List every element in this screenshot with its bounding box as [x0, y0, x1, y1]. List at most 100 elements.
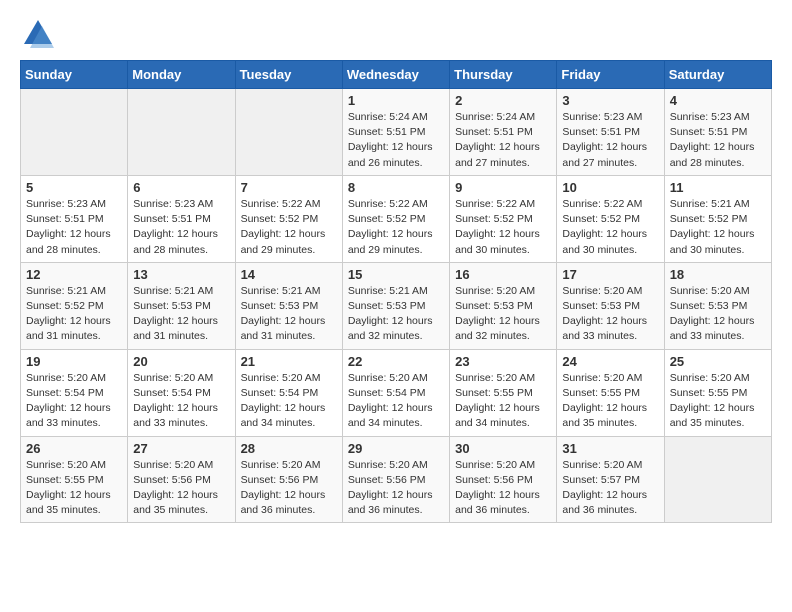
day-number: 26: [26, 441, 122, 456]
day-info: Sunrise: 5:22 AM Sunset: 5:52 PM Dayligh…: [241, 197, 337, 258]
day-info: Sunrise: 5:20 AM Sunset: 5:56 PM Dayligh…: [241, 458, 337, 519]
calendar-cell: [235, 89, 342, 176]
page-header: [20, 16, 772, 52]
calendar-cell: 26 Sunrise: 5:20 AM Sunset: 5:55 PM Dayli…: [21, 436, 128, 523]
day-info: Sunrise: 5:22 AM Sunset: 5:52 PM Dayligh…: [455, 197, 551, 258]
calendar-header: SundayMondayTuesdayWednesdayThursdayFrid…: [21, 61, 772, 89]
day-info: Sunrise: 5:22 AM Sunset: 5:52 PM Dayligh…: [562, 197, 658, 258]
calendar-cell: 13Sunrise: 5:21 AM Sunset: 5:53 PM Dayli…: [128, 262, 235, 349]
calendar-cell: 8Sunrise: 5:22 AM Sunset: 5:52 PM Daylig…: [342, 175, 449, 262]
day-number: 1: [348, 93, 444, 108]
header-day-sunday: Sunday: [21, 61, 128, 89]
day-info: Sunrise: 5:21 AM Sunset: 5:52 PM Dayligh…: [670, 197, 766, 258]
day-number: 7: [241, 180, 337, 195]
day-info: Sunrise: 5:23 AM Sunset: 5:51 PM Dayligh…: [26, 197, 122, 258]
calendar-cell: 24 Sunrise: 5:20 AM Sunset: 5:55 PM Dayli…: [557, 349, 664, 436]
day-number: 27: [133, 441, 229, 456]
header-day-wednesday: Wednesday: [342, 61, 449, 89]
header-day-thursday: Thursday: [450, 61, 557, 89]
day-info: Sunrise: 5:20 AM Sunset: 5:54 PM Dayligh…: [133, 371, 229, 432]
calendar-cell: [664, 436, 771, 523]
calendar-cell: 15 Sunrise: 5:21 AM Sunset: 5:53 PM Dayli…: [342, 262, 449, 349]
calendar-cell: [21, 89, 128, 176]
calendar-cell: 9 Sunrise: 5:22 AM Sunset: 5:52 PM Daylig…: [450, 175, 557, 262]
day-number: 10: [562, 180, 658, 195]
day-number: 9: [455, 180, 551, 195]
calendar-cell: 6 Sunrise: 5:23 AM Sunset: 5:51 PM Daylig…: [128, 175, 235, 262]
day-number: 5: [26, 180, 122, 195]
day-number: 30: [455, 441, 551, 456]
calendar-cell: 17 Sunrise: 5:20 AM Sunset: 5:53 PM Dayli…: [557, 262, 664, 349]
calendar-cell: 19 Sunrise: 5:20 AM Sunset: 5:54 PM Dayli…: [21, 349, 128, 436]
day-info: Sunrise: 5:20 AM Sunset: 5:54 PM Dayligh…: [26, 371, 122, 432]
day-info: Sunrise: 5:23 AM Sunset: 5:51 PM Dayligh…: [670, 110, 766, 171]
day-info: Sunrise: 5:23 AM Sunset: 5:51 PM Dayligh…: [562, 110, 658, 171]
calendar-cell: 18 Sunrise: 5:20 AM Sunset: 5:53 PM Dayli…: [664, 262, 771, 349]
calendar-cell: 3 Sunrise: 5:23 AM Sunset: 5:51 PM Daylig…: [557, 89, 664, 176]
header-day-saturday: Saturday: [664, 61, 771, 89]
day-info: Sunrise: 5:20 AM Sunset: 5:55 PM Dayligh…: [562, 371, 658, 432]
calendar-cell: 1 Sunrise: 5:24 AM Sunset: 5:51 PM Daylig…: [342, 89, 449, 176]
logo: [20, 16, 60, 52]
calendar-cell: [128, 89, 235, 176]
day-number: 4: [670, 93, 766, 108]
calendar-cell: 2Sunrise: 5:24 AM Sunset: 5:51 PM Daylig…: [450, 89, 557, 176]
day-number: 12: [26, 267, 122, 282]
day-info: Sunrise: 5:20 AM Sunset: 5:55 PM Dayligh…: [670, 371, 766, 432]
day-number: 21: [241, 354, 337, 369]
logo-icon: [20, 16, 56, 52]
calendar-week-2: 5 Sunrise: 5:23 AM Sunset: 5:51 PM Daylig…: [21, 175, 772, 262]
day-info: Sunrise: 5:21 AM Sunset: 5:53 PM Dayligh…: [348, 284, 444, 345]
calendar-week-5: 26 Sunrise: 5:20 AM Sunset: 5:55 PM Dayli…: [21, 436, 772, 523]
calendar-cell: 7 Sunrise: 5:22 AM Sunset: 5:52 PM Daylig…: [235, 175, 342, 262]
day-number: 3: [562, 93, 658, 108]
day-number: 17: [562, 267, 658, 282]
day-number: 28: [241, 441, 337, 456]
day-number: 31: [562, 441, 658, 456]
day-info: Sunrise: 5:20 AM Sunset: 5:55 PM Dayligh…: [26, 458, 122, 519]
day-info: Sunrise: 5:20 AM Sunset: 5:56 PM Dayligh…: [133, 458, 229, 519]
day-number: 20: [133, 354, 229, 369]
day-number: 25: [670, 354, 766, 369]
day-info: Sunrise: 5:20 AM Sunset: 5:53 PM Dayligh…: [670, 284, 766, 345]
day-number: 14: [241, 267, 337, 282]
day-number: 19: [26, 354, 122, 369]
calendar-cell: 28 Sunrise: 5:20 AM Sunset: 5:56 PM Dayli…: [235, 436, 342, 523]
calendar-cell: 31 Sunrise: 5:20 AM Sunset: 5:57 PM Dayli…: [557, 436, 664, 523]
calendar-week-1: 1 Sunrise: 5:24 AM Sunset: 5:51 PM Daylig…: [21, 89, 772, 176]
day-number: 23: [455, 354, 551, 369]
day-number: 24: [562, 354, 658, 369]
calendar-cell: 14 Sunrise: 5:21 AM Sunset: 5:53 PM Dayli…: [235, 262, 342, 349]
day-number: 18: [670, 267, 766, 282]
calendar-table: SundayMondayTuesdayWednesdayThursdayFrid…: [20, 60, 772, 523]
calendar-cell: 25 Sunrise: 5:20 AM Sunset: 5:55 PM Dayli…: [664, 349, 771, 436]
calendar-cell: 29Sunrise: 5:20 AM Sunset: 5:56 PM Dayli…: [342, 436, 449, 523]
day-info: Sunrise: 5:20 AM Sunset: 5:55 PM Dayligh…: [455, 371, 551, 432]
day-number: 11: [670, 180, 766, 195]
day-info: Sunrise: 5:23 AM Sunset: 5:51 PM Dayligh…: [133, 197, 229, 258]
day-info: Sunrise: 5:20 AM Sunset: 5:53 PM Dayligh…: [562, 284, 658, 345]
calendar-week-3: 12Sunrise: 5:21 AM Sunset: 5:52 PM Dayli…: [21, 262, 772, 349]
calendar-cell: 11 Sunrise: 5:21 AM Sunset: 5:52 PM Dayli…: [664, 175, 771, 262]
calendar-cell: 12Sunrise: 5:21 AM Sunset: 5:52 PM Dayli…: [21, 262, 128, 349]
header-day-friday: Friday: [557, 61, 664, 89]
calendar-cell: 20 Sunrise: 5:20 AM Sunset: 5:54 PM Dayli…: [128, 349, 235, 436]
calendar-cell: 23 Sunrise: 5:20 AM Sunset: 5:55 PM Dayli…: [450, 349, 557, 436]
calendar-cell: 27 Sunrise: 5:20 AM Sunset: 5:56 PM Dayli…: [128, 436, 235, 523]
day-number: 15: [348, 267, 444, 282]
day-number: 2: [455, 93, 551, 108]
day-info: Sunrise: 5:20 AM Sunset: 5:57 PM Dayligh…: [562, 458, 658, 519]
day-info: Sunrise: 5:24 AM Sunset: 5:51 PM Dayligh…: [348, 110, 444, 171]
day-info: Sunrise: 5:21 AM Sunset: 5:53 PM Dayligh…: [241, 284, 337, 345]
day-info: Sunrise: 5:20 AM Sunset: 5:54 PM Dayligh…: [348, 371, 444, 432]
calendar-cell: 16Sunrise: 5:20 AM Sunset: 5:53 PM Dayli…: [450, 262, 557, 349]
calendar-cell: 4 Sunrise: 5:23 AM Sunset: 5:51 PM Daylig…: [664, 89, 771, 176]
day-number: 6: [133, 180, 229, 195]
calendar-body: 1 Sunrise: 5:24 AM Sunset: 5:51 PM Daylig…: [21, 89, 772, 523]
header-day-tuesday: Tuesday: [235, 61, 342, 89]
header-row: SundayMondayTuesdayWednesdayThursdayFrid…: [21, 61, 772, 89]
day-info: Sunrise: 5:20 AM Sunset: 5:54 PM Dayligh…: [241, 371, 337, 432]
day-number: 29: [348, 441, 444, 456]
calendar-week-4: 19 Sunrise: 5:20 AM Sunset: 5:54 PM Dayli…: [21, 349, 772, 436]
day-number: 22: [348, 354, 444, 369]
